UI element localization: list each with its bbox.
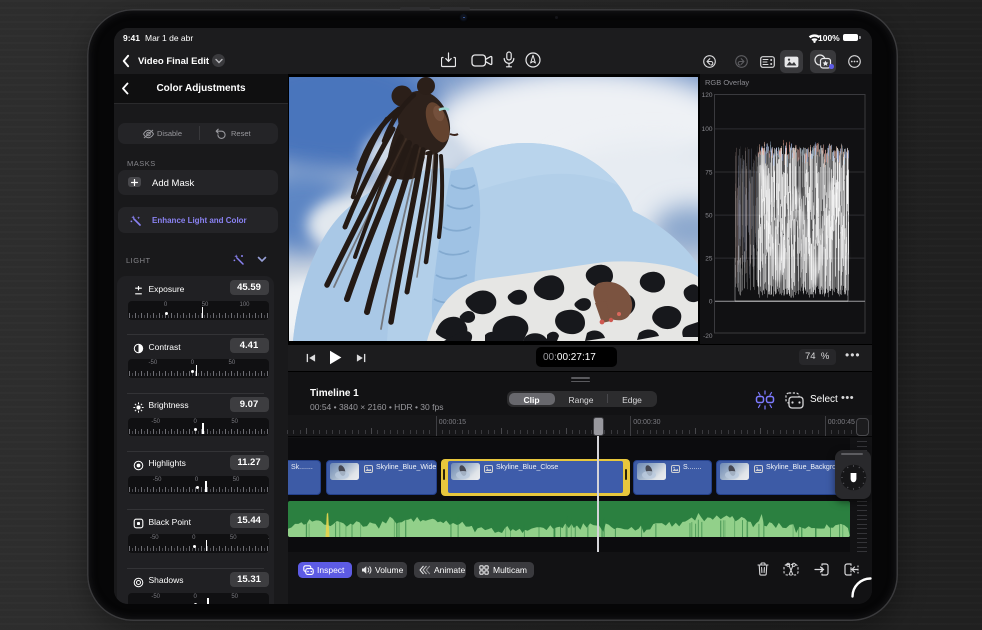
svg-text:120: 120 (702, 92, 713, 99)
svg-text:RGB Overlay: RGB Overlay (705, 78, 749, 87)
svg-text:75: 75 (705, 169, 713, 176)
svg-text:-20: -20 (703, 333, 713, 340)
svg-text:100: 100 (702, 126, 713, 133)
svg-text:50: 50 (705, 212, 713, 219)
svg-text:0: 0 (709, 299, 713, 306)
svg-text:25: 25 (705, 255, 713, 262)
